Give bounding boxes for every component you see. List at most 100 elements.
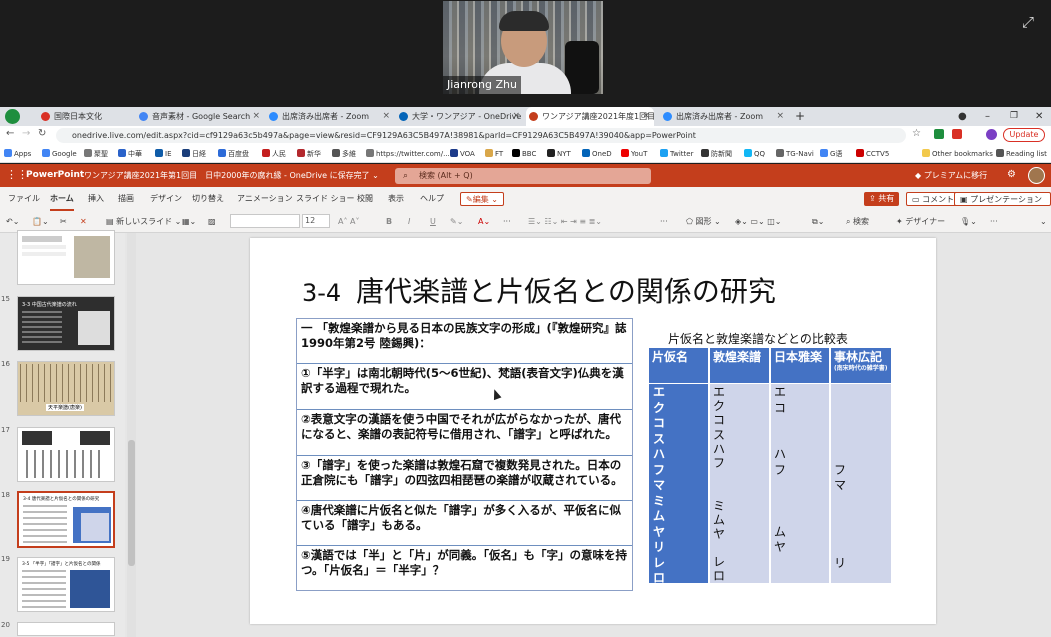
tab-animations[interactable]: アニメーション [237,187,293,211]
app-name[interactable]: PowerPoint [26,164,84,187]
font-size-select[interactable]: 12 [302,214,330,228]
tab-insert[interactable]: 挿入 [88,187,104,211]
table-column-gagaku[interactable]: エコハフムヤ [771,384,829,583]
bookmark-item[interactable]: 多維 [332,145,356,163]
paragraph-3[interactable]: ③「譜字」を使った楽譜は敦煌石窟で複数発見された。日本の正倉院にも「譜字」の四弦… [297,455,632,500]
table-caption[interactable]: 片仮名と敦煌楽譜などとの比較表 [668,330,848,347]
highlight-icon[interactable]: ✎⌄ [450,211,463,233]
font-color-icon[interactable]: A⌄ [478,211,490,233]
browser-tab-6[interactable]: 出席済み出席者 - Zoom × [660,107,788,126]
browser-tab-4[interactable]: 大学・ワンアジア - OneDrive × [396,107,524,126]
expand-icon[interactable]: ⤢ [1018,12,1038,32]
paragraph-2[interactable]: ②表意文字の漢語を使う中国でそれが広がらなかったが、唐代になると、楽譜の表記符号… [297,409,632,454]
paragraph-intro[interactable]: 一 「敦煌楽譜から見る日本の民族文字の形成」(『敦煌研究』誌1990年第2号 陸… [297,319,632,363]
close-icon[interactable]: × [252,107,260,126]
underline-icon[interactable]: U [430,211,436,233]
font-grow-icon[interactable]: A˄ A˅ [338,211,360,233]
bookmark-item[interactable]: Google [42,145,77,163]
share-button[interactable]: ⇪ 共有 [864,192,900,206]
edit-mode-button[interactable]: ✎編集 ⌄ [460,192,504,206]
table-column-dunhuang[interactable]: エクコスハフミムヤレロ [710,384,769,583]
bullets-icon[interactable]: ☰⌄ ☷⌄ ⇤ ⇥ ≡ ≣⌄ [528,211,602,233]
document-title[interactable]: ワンアジア講座2021年第1回目 日中2000年の腐れ縁 - OneDrive … [84,164,379,187]
slide-title[interactable]: 3-4 唐代楽譜と片仮名との関係の研究 [302,270,776,310]
tab-view[interactable]: 表示 [388,187,404,211]
bookmark-item[interactable]: G语 [820,145,842,163]
close-window-icon[interactable]: ✕ [1035,107,1043,126]
tab-draw[interactable]: 描画 [118,187,134,211]
slide-thumbnail[interactable] [17,622,115,636]
shield-icon[interactable] [5,109,20,124]
bookmark-item[interactable]: IE [155,145,172,163]
more-icon[interactable]: ··· [503,211,511,233]
reading-list[interactable]: Reading list [996,145,1047,163]
avatar[interactable] [1028,167,1045,184]
present-button[interactable]: ▣ プレゼンテーション ⌄ [954,192,1051,218]
table-column-katakana[interactable]: エクコスハフマミムヤリレロ [649,384,708,585]
table-column-shirinkouki[interactable]: フマリ [831,384,891,583]
close-icon[interactable]: × [512,107,520,126]
new-slide-button[interactable]: ▤ 新しいスライド ⌄ [106,211,181,233]
gear-icon[interactable]: ⚙ [1007,169,1016,180]
designer-button[interactable]: ✦ デザイナー [896,211,945,233]
back-icon[interactable]: ← [6,128,14,139]
bookmark-item[interactable]: TG-Navi [776,145,814,163]
restore-icon[interactable]: ❐ [1010,107,1018,126]
bookmark-item[interactable]: 聚聖 [84,145,108,163]
slide-thumbnail[interactable] [17,230,115,285]
bookmark-item[interactable]: 日経 [182,145,206,163]
paragraph-4[interactable]: ④唐代楽譜に片仮名と似た「譜字」が多く入るが、平仮名に似ている「譜字」もある。 [297,500,632,544]
table-header[interactable]: 事林広記 (南宋時代の雑学書) [831,348,891,383]
bookmark-item[interactable]: https://twitter.com/... [366,145,450,163]
bookmark-item[interactable]: 新华 [297,145,321,163]
other-bookmarks[interactable]: Other bookmarks [922,145,993,163]
slide-thumbnail[interactable]: 天平楽譜(唐楽) [17,361,115,416]
bookmark-item[interactable]: QQ [744,145,765,163]
premium-link[interactable]: ◆ プレミアムに移行 [915,164,987,187]
font-family-select[interactable] [230,214,300,228]
extension-icon[interactable] [934,129,944,139]
minimize-icon[interactable]: – [985,107,990,126]
slide-thumbnail-selected[interactable]: 3-4 唐代楽譜と片仮名との関係の研究 [17,491,115,548]
microphone-icon[interactable]: 🎙⌄ [960,211,977,233]
new-tab-button[interactable]: + [795,107,805,126]
bookmark-item[interactable]: YouT [621,145,647,163]
close-icon[interactable]: × [382,107,390,126]
forward-icon[interactable]: → [22,128,30,139]
bookmark-item[interactable]: 防新聞 [701,145,732,163]
tab-review[interactable]: 校閲 [357,187,373,211]
arrange-icon[interactable]: ⧉⌄ [812,211,824,233]
tab-design[interactable]: デザイン [150,187,182,211]
comment-button[interactable]: ▭ コメント [906,192,961,206]
find-button[interactable]: ⌕ 検索 [846,211,869,233]
tab-search-icon[interactable]: ● [958,107,967,126]
shapes-button[interactable]: ⬠ 図形 ⌄ [686,211,721,233]
chevron-down-icon[interactable]: ⌄ [1040,211,1047,233]
bold-icon[interactable]: B [386,211,392,233]
bookmark-apps[interactable]: Apps [4,145,31,163]
more-icon[interactable]: ··· [990,211,998,233]
url-field[interactable]: onedrive.live.com/edit.aspx?cid=cf9129a6… [56,128,906,143]
paragraph-1[interactable]: ①「半字」は南北朝時代(5～6世紀)、梵語(表音文字)仏典を漢訳する過程で現れた… [297,363,632,409]
table-header[interactable]: 片仮名 [649,348,708,383]
bookmark-item[interactable]: 人民 [262,145,286,163]
search-input[interactable]: ⌕ 検索 (Alt + Q) [395,168,651,184]
reload-icon[interactable]: ↻ [38,128,46,139]
bookmark-item[interactable]: Twitter [660,145,693,163]
picture-icon[interactable]: ▨ [208,211,216,233]
bookmark-item[interactable]: 百度盘 [218,145,249,163]
bookmark-item[interactable]: FT [485,145,503,163]
update-button[interactable]: Update [1003,128,1045,142]
tab-file[interactable]: ファイル [8,187,40,211]
table-header[interactable]: 敦煌楽譜 [710,348,769,383]
thumbnail-scrollbar[interactable] [127,233,136,637]
bookmark-item[interactable]: NYT [547,145,571,163]
bookmark-item[interactable]: OneD [582,145,612,163]
more-icon[interactable]: ··· [660,211,668,233]
layout-icon[interactable]: ▦⌄ [182,211,196,233]
tab-transitions[interactable]: 切り替え [192,187,224,211]
fill-icon[interactable]: ◈⌄ ▭⌄ ◫⌄ [735,211,781,233]
table-header[interactable]: 日本雅楽 [771,348,829,383]
bookmark-item[interactable]: 中華 [118,145,142,163]
slide-thumbnail[interactable] [17,427,115,482]
